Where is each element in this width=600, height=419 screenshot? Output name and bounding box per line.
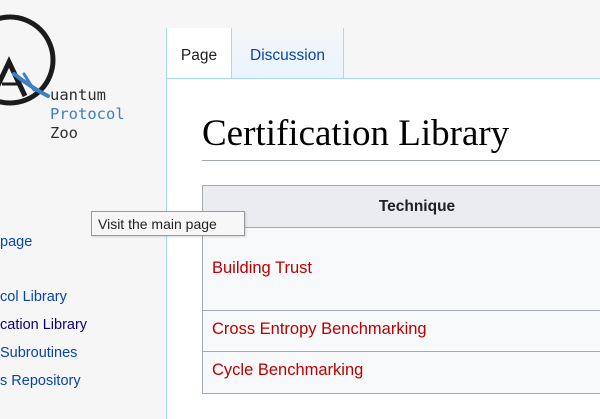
tab-page[interactable]: Page [166,28,232,78]
sidebar-item-protocol-library[interactable]: col Library [0,289,67,305]
technique-link-cycle-benchmarking[interactable]: Cycle Benchmarking [212,361,363,380]
sidebar-item-main-page[interactable]: page [0,234,32,250]
logo-line-1: uantum [50,86,106,104]
sidebar-item-certification-library[interactable]: cation Library [0,317,87,333]
technique-link-building-trust[interactable]: Building Trust [212,259,312,278]
table-row: Cross Entropy Benchmarking [202,311,600,352]
logo-line-2: Protocol [50,105,125,123]
table-row: Cycle Benchmarking [202,352,600,394]
title-divider [202,160,600,161]
page-title: Certification Library [202,113,510,154]
logo-ring-icon [0,14,56,106]
table-row: Building Trust [202,228,600,311]
site-logo[interactable]: uantum Protocol Zoo [0,0,165,170]
tab-discussion[interactable]: Discussion [232,28,344,78]
sidebar-item-repository[interactable]: s Repository [0,373,81,389]
main-page-tooltip: Visit the main page [91,211,245,236]
sidebar-item-subroutines[interactable]: Subroutines [0,345,77,361]
logo-wordmark: uantum Protocol Zoo [50,86,125,143]
table-header: Technique [202,185,600,228]
technique-link-cross-entropy-benchmarking[interactable]: Cross Entropy Benchmarking [212,320,427,339]
table-header-technique: Technique [378,198,456,215]
logo-line-3: Zoo [50,124,78,142]
